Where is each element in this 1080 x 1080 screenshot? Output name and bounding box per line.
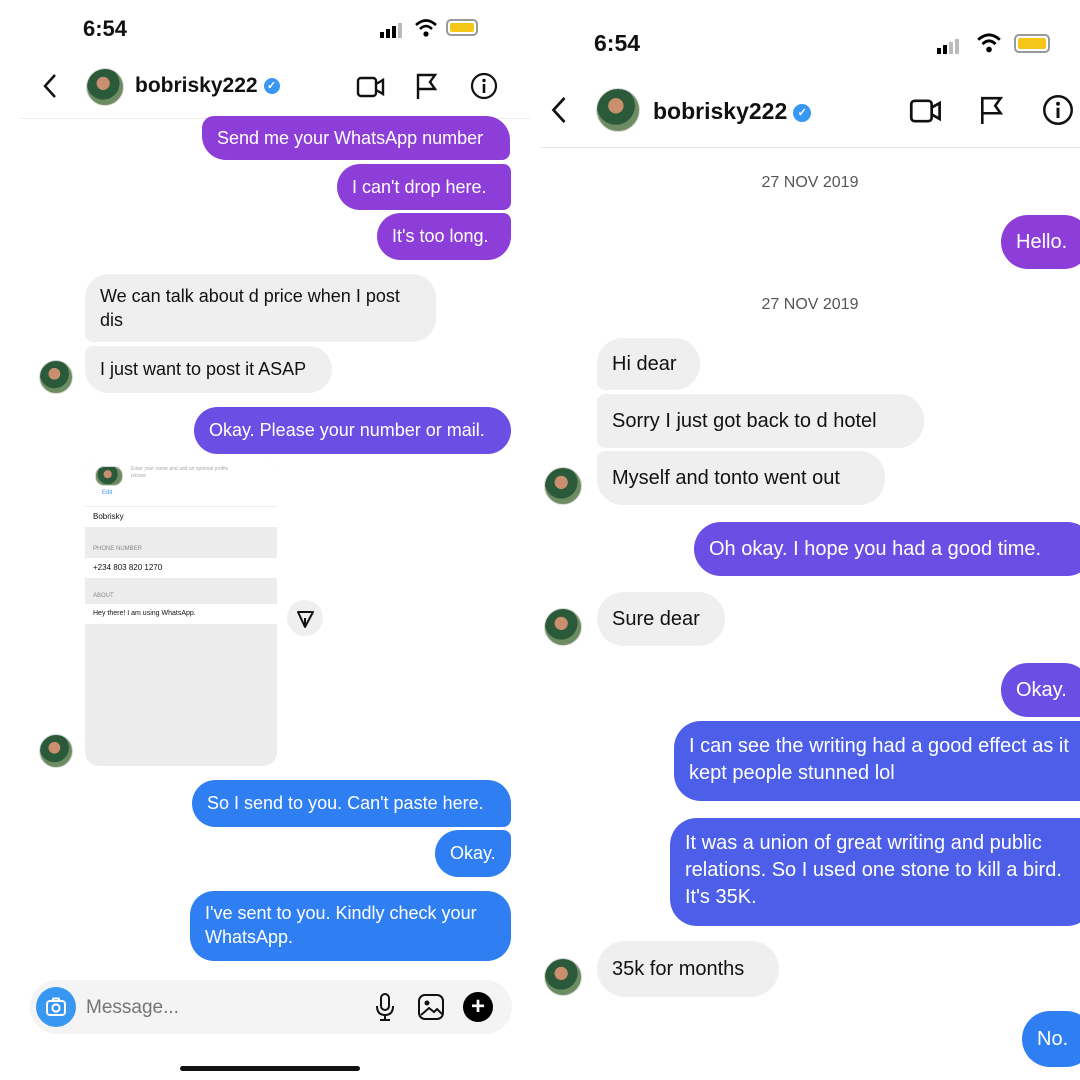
avatar[interactable] xyxy=(596,88,640,132)
battery-icon xyxy=(446,19,478,36)
gallery-icon[interactable] xyxy=(416,992,446,1022)
signal-icon xyxy=(380,20,404,38)
avatar xyxy=(544,608,582,646)
chat-username[interactable]: bobrisky222 ✓ xyxy=(135,74,280,98)
header-divider xyxy=(540,147,1080,148)
avatar xyxy=(39,734,73,768)
signal-icon xyxy=(937,36,961,54)
back-icon[interactable] xyxy=(548,94,570,126)
message-received[interactable]: We can talk about d price when I post di… xyxy=(85,274,436,342)
home-indicator xyxy=(180,1066,360,1071)
wifi-icon xyxy=(414,18,438,38)
message-received[interactable]: I just want to post it ASAP xyxy=(85,346,332,393)
avatar xyxy=(544,958,582,996)
message-received[interactable]: Sorry I just got back to d hotel xyxy=(597,394,924,448)
verified-badge-icon: ✓ xyxy=(793,103,812,122)
avatar xyxy=(39,360,73,394)
message-sent[interactable]: Okay. Please your number or mail. xyxy=(194,407,511,454)
message-received[interactable]: Myself and tonto went out xyxy=(597,451,885,505)
message-sent[interactable]: Okay. xyxy=(1001,663,1080,717)
message-sent[interactable]: I've sent to you. Kindly check your What… xyxy=(190,891,511,961)
verified-badge-icon: ✓ xyxy=(263,78,280,95)
shared-image[interactable]: Enter your name and add an optional prof… xyxy=(85,460,277,766)
info-icon[interactable] xyxy=(470,72,498,100)
date-separator: 27 NOV 2019 xyxy=(761,296,859,313)
about-label: ABOUT xyxy=(93,593,114,599)
message-sent[interactable]: Oh okay. I hope you had a good time. xyxy=(694,522,1080,576)
avatar[interactable] xyxy=(86,68,124,106)
message-sent[interactable]: Send me your WhatsApp number xyxy=(202,116,510,160)
message-sent[interactable]: Okay. xyxy=(435,830,511,877)
flag-icon[interactable] xyxy=(978,94,1006,126)
flag-icon[interactable] xyxy=(414,72,440,100)
share-icon[interactable] xyxy=(287,600,323,636)
battery-icon xyxy=(1014,34,1050,53)
phone-row: +234 803 820 1270 xyxy=(85,558,277,578)
wifi-icon xyxy=(976,32,1002,54)
right-chat-screenshot: 6:54 bobrisky222 ✓ 27 NOV 2019 Hello. 27 … xyxy=(540,0,1080,1080)
chat-username[interactable]: bobrisky222 ✓ xyxy=(653,98,812,125)
avatar xyxy=(544,467,582,505)
message-sent[interactable]: I can see the writing had a good effect … xyxy=(674,721,1080,801)
message-input[interactable] xyxy=(84,992,348,1024)
status-time: 6:54 xyxy=(594,30,641,56)
camera-icon[interactable] xyxy=(36,987,76,1027)
status-time: 6:54 xyxy=(83,16,128,41)
message-composer: + xyxy=(30,980,512,1034)
left-chat-screenshot: 6:54 bobrisky222 ✓ Send me your WhatsApp … xyxy=(0,0,530,1080)
date-separator: 27 NOV 2019 xyxy=(761,174,859,191)
edit-link: Edit xyxy=(102,490,113,496)
message-sent[interactable]: It was a union of great writing and publ… xyxy=(670,818,1080,926)
message-sent[interactable]: So I send to you. Can't paste here. xyxy=(192,780,511,827)
info-icon[interactable] xyxy=(1042,94,1074,126)
profile-hint: Enter your name and add an optional prof… xyxy=(131,466,229,479)
video-call-icon[interactable] xyxy=(909,96,943,126)
about-row: Hey there! I am using WhatsApp. xyxy=(85,604,277,624)
message-sent[interactable]: Hello. xyxy=(1001,215,1080,269)
message-received[interactable]: 35k for months xyxy=(597,941,779,997)
name-row: Bobrisky xyxy=(85,507,277,527)
profile-section: Enter your name and add an optional prof… xyxy=(85,460,277,506)
phone-label: PHONE NUMBER xyxy=(93,546,143,552)
message-received[interactable]: Hi dear xyxy=(597,338,700,390)
message-sent[interactable]: No. xyxy=(1022,1011,1080,1067)
back-icon[interactable] xyxy=(40,72,60,100)
profile-photo xyxy=(95,466,123,486)
message-sent[interactable]: I can't drop here. xyxy=(337,164,511,210)
add-icon[interactable]: + xyxy=(463,992,493,1022)
microphone-icon[interactable] xyxy=(373,992,397,1022)
message-sent[interactable]: It's too long. xyxy=(377,213,511,260)
message-received[interactable]: Sure dear xyxy=(597,592,725,646)
video-call-icon[interactable] xyxy=(356,74,386,100)
